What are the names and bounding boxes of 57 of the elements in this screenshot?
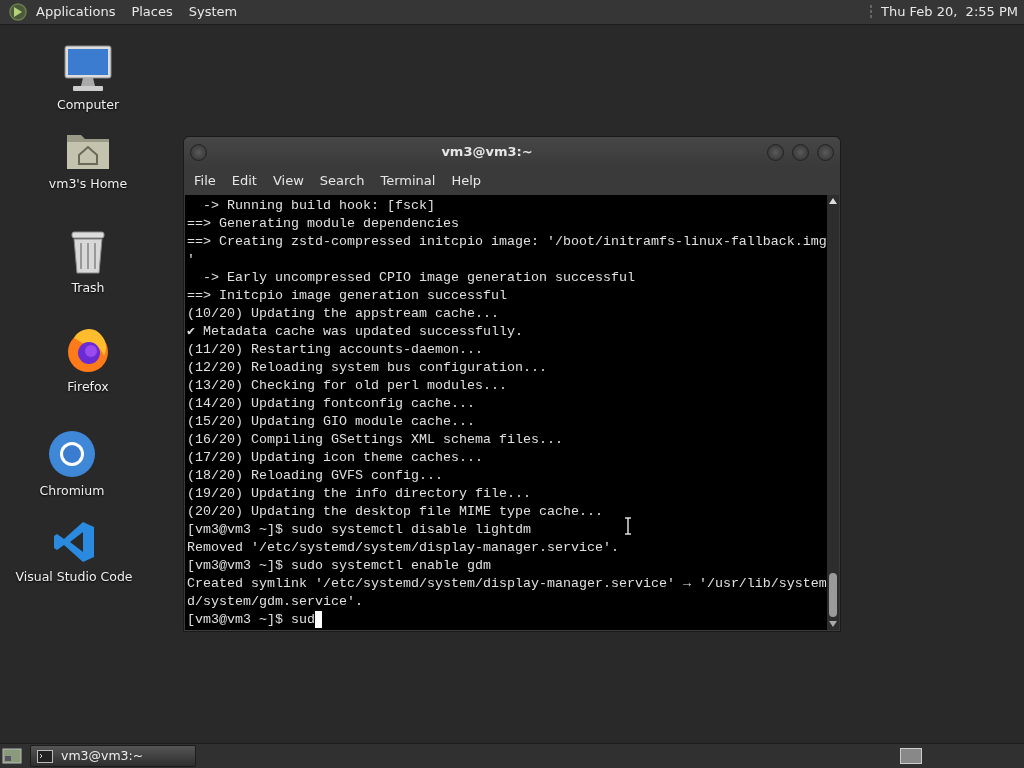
panel-menu[interactable]: Places	[123, 2, 181, 22]
terminal-line: [vm3@vm3 ~]$ sudo systemctl disable lightdm	[187, 521, 531, 539]
terminal-line: (16/20) Compiling GSettings XML schema files...	[187, 431, 563, 449]
terminal-line: (12/20) Reloading system bus configuration...	[187, 359, 547, 377]
terminal-line: (17/20) Updating icon theme caches...	[187, 449, 483, 467]
menu-item[interactable]: Help	[445, 171, 492, 191]
panel-menu[interactable]: System	[180, 2, 246, 22]
menu-item[interactable]: Edit	[225, 171, 267, 191]
menu-item[interactable]: Search	[313, 171, 375, 191]
terminal-icon	[37, 749, 53, 763]
terminal-line: (18/20) Reloading GVFS config...	[187, 467, 443, 485]
chromium-icon[interactable]	[48, 430, 96, 478]
terminal-line: (13/20) Checking for old perl modules...	[187, 377, 507, 395]
icon-label[interactable]: Visual Studio Code	[15, 568, 133, 587]
terminal-line: Created symlink '/etc/systemd/system/display-manager.service' → '/usr/lib/system	[187, 575, 827, 593]
panel-handle-icon	[868, 4, 873, 20]
terminal-line: -> Early uncompressed CPIO image generation successful	[202, 269, 635, 287]
terminal-line: Removed '/etc/systemd/system/display-manager.service'.	[187, 539, 619, 557]
icon-label[interactable]: Firefox	[67, 378, 109, 397]
code-editor-icon[interactable]	[52, 520, 96, 564]
terminal-line: d/system/gdm.service'.	[187, 593, 363, 611]
icon-label[interactable]: vm3's Home	[48, 175, 128, 194]
menu-item[interactable]: File	[188, 171, 226, 191]
terminal-line: (19/20) Updating the info directory file...	[187, 485, 531, 503]
terminal-line: [vm3@vm3 ~]$ sud	[187, 612, 315, 627]
terminal-line: ==> Generating module dependencies	[187, 215, 459, 233]
icon-label[interactable]: Chromium	[39, 482, 105, 501]
terminal-line: '	[187, 251, 195, 269]
clock[interactable]: Thu Feb 20, 2:55 PM	[880, 2, 1018, 22]
terminal-line: (15/20) Updating GIO module cache...	[187, 413, 475, 431]
text-cursor-icon	[624, 517, 632, 535]
computer-icon[interactable]	[63, 44, 113, 92]
terminal-line: (11/20) Restarting accounts-daemon...	[187, 341, 483, 359]
icon-label[interactable]: Computer	[56, 96, 120, 115]
scroll-down-icon[interactable]	[828, 621, 837, 627]
terminal-line: (10/20) Updating the appstream cache...	[187, 305, 499, 323]
terminal-line: [vm3@vm3 ~]$ sudo systemctl enable gdm	[187, 557, 491, 575]
distro-logo-icon[interactable]	[8, 2, 28, 22]
scrollbar[interactable]	[826, 195, 839, 630]
panel-menu[interactable]: Applications	[28, 2, 124, 22]
show-desktop-icon[interactable]	[2, 747, 22, 765]
terminal-line: ✔ Metadata cache was updated successfully.	[187, 323, 523, 341]
scrollbar-thumb[interactable]	[828, 573, 837, 617]
terminal-line: (14/20) Updating fontconfig cache...	[187, 395, 475, 413]
terminal-line: ==> Initcpio image generation successful	[187, 287, 507, 305]
terminal-line: ==> Creating zstd-compressed initcpio image: '/boot/initramfs-linux-fallback.img	[187, 233, 827, 251]
taskbar-button[interactable]: vm3@vm3:~	[30, 745, 196, 767]
window-title: vm3@vm3:~	[441, 143, 533, 162]
text-cursor	[315, 611, 322, 628]
workspace-switcher[interactable]	[900, 748, 922, 764]
menu-item[interactable]: View	[266, 171, 314, 191]
terminal-line: -> Running build hook: [fsck]	[202, 197, 435, 215]
trash-icon[interactable]	[68, 229, 108, 275]
scroll-up-icon[interactable]	[828, 198, 837, 204]
icon-label[interactable]: Trash	[71, 279, 105, 298]
terminal-line: (20/20) Updating the desktop file MIME type cache...	[187, 503, 603, 521]
menu-item[interactable]: Terminal	[374, 171, 446, 191]
